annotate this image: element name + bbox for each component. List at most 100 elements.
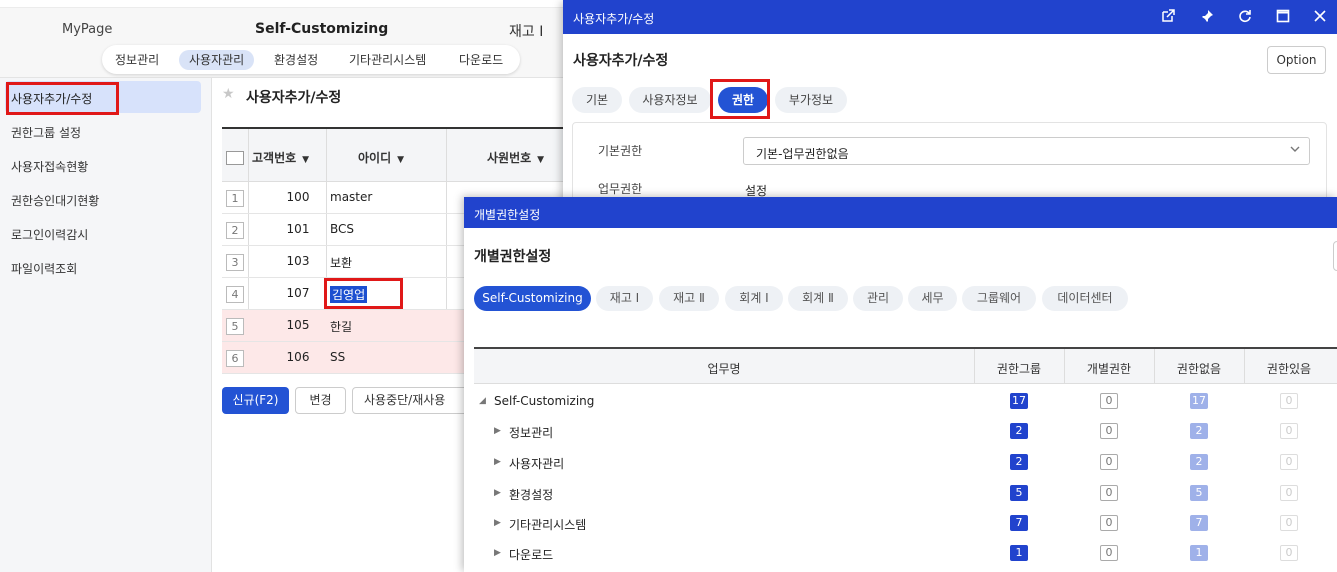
chip-groupware[interactable]: 그룹웨어 [962, 286, 1036, 311]
popup-title: 개별권한설정 [474, 208, 541, 222]
suspend-button[interactable]: 사용중단/재사용 [352, 387, 472, 414]
tree-row[interactable]: ◢ Self-Customizing 17 0 17 0 [474, 386, 1337, 416]
basic-auth-select[interactable]: 기본-업무권한없음 [743, 137, 1310, 165]
tab-user-info[interactable]: 사용자정보 [629, 87, 711, 113]
chip-account-2[interactable]: 회계 Ⅱ [788, 286, 848, 311]
col-task-name[interactable]: 업무명 [474, 360, 974, 377]
cell-customer-no: 106 [286, 350, 310, 364]
grid-header: 고객번호 ▼ 아이디 ▼ 사원번호 ▼ [222, 129, 567, 182]
tree-row[interactable]: ▶ 환경설정 5 0 5 0 [474, 478, 1337, 508]
tree-row[interactable]: ▶ 기타관리시스템 7 0 7 0 [474, 508, 1337, 538]
sidebar-item-file-history[interactable]: 파일이력조회 [11, 260, 77, 277]
close-icon[interactable] [1312, 9, 1328, 25]
new-button[interactable]: 신규(F2) [222, 387, 289, 414]
task-name: Self-Customizing [494, 394, 595, 408]
external-link-icon[interactable] [1160, 9, 1176, 25]
col-no-auth[interactable]: 권한없음 [1154, 360, 1244, 377]
caret-right-icon[interactable]: ▶ [494, 426, 501, 436]
task-name: 기타관리시스템 [509, 518, 587, 532]
edit-button[interactable]: 변경 [295, 387, 346, 414]
sidebar-item-approval-pending[interactable]: 권한승인대기현황 [11, 192, 99, 209]
count-individual[interactable]: 0 [1100, 515, 1118, 531]
count-no-auth: 17 [1190, 393, 1208, 409]
col-label: 사원번호 [487, 151, 532, 165]
tree-row[interactable]: ▶ 정보관리 2 0 2 0 [474, 416, 1337, 446]
count-has-auth: 0 [1280, 485, 1298, 501]
chip-account-1[interactable]: 회계 Ⅰ [725, 286, 783, 311]
row-number: 3 [226, 254, 244, 271]
select-all-checkbox[interactable] [226, 151, 244, 165]
favorite-star-icon[interactable]: ★ [222, 86, 235, 102]
count-individual[interactable]: 0 [1100, 423, 1118, 439]
task-name: 정보관리 [509, 426, 554, 440]
basic-auth-label: 기본권한 [598, 144, 643, 158]
nav-stock-1[interactable]: 재고 Ⅰ [509, 21, 543, 41]
count-auth-group: 17 [1010, 393, 1028, 409]
task-name: 사용자관리 [509, 457, 565, 471]
count-has-auth: 0 [1280, 423, 1298, 439]
sort-down-icon[interactable]: ▼ [397, 155, 404, 165]
caret-right-icon[interactable]: ▶ [494, 488, 501, 498]
highlight-box [6, 82, 119, 115]
pin-icon[interactable] [1199, 9, 1215, 25]
sidebar-item-login-monitor[interactable]: 로그인이력감시 [11, 226, 88, 243]
sidebar-item-user-access[interactable]: 사용자접속현황 [11, 158, 88, 175]
subnav-user-management[interactable]: 사용자관리 [179, 50, 255, 70]
sidebar-item-auth-group[interactable]: 권한그룹 설정 [11, 124, 81, 141]
sort-down-icon[interactable]: ▼ [537, 155, 544, 165]
count-has-auth: 0 [1280, 454, 1298, 470]
option-button[interactable]: Option [1267, 46, 1326, 74]
row-number: 1 [226, 190, 244, 207]
popup-titlebar: 개별권한설정 [464, 197, 1337, 228]
option-button-edge[interactable] [1333, 241, 1337, 271]
subnav-settings[interactable]: 환경설정 [264, 50, 328, 70]
count-has-auth: 0 [1280, 545, 1298, 561]
popup-title: 사용자추가/수정 [573, 12, 655, 26]
caret-right-icon[interactable]: ▶ [494, 457, 501, 467]
count-no-auth: 5 [1190, 485, 1208, 501]
highlight-box [710, 79, 770, 119]
col-has-auth[interactable]: 권한있음 [1244, 360, 1334, 377]
chip-self-customizing[interactable]: Self-Customizing [474, 286, 591, 311]
select-value: 기본-업무권한없음 [756, 147, 849, 161]
tree-header: 업무명 권한그룹 개별권한 권한없음 권한있음 [474, 349, 1337, 384]
count-no-auth: 2 [1190, 423, 1208, 439]
tab-basic[interactable]: 기본 [572, 87, 622, 113]
maximize-icon[interactable] [1275, 9, 1291, 25]
caret-right-icon[interactable]: ▶ [494, 548, 501, 558]
col-customer-no[interactable]: 고객번호 ▼ [252, 149, 309, 166]
count-individual[interactable]: 0 [1100, 454, 1118, 470]
refresh-icon[interactable] [1237, 9, 1253, 25]
cell-customer-no: 107 [286, 286, 310, 300]
tab-additional-info[interactable]: 부가정보 [775, 87, 847, 113]
work-auth-label: 업무권한 [598, 182, 643, 196]
chip-data-center[interactable]: 데이터센터 [1042, 286, 1128, 311]
nav-self-customizing[interactable]: Self-Customizing [255, 21, 388, 37]
chip-management[interactable]: 관리 [853, 286, 903, 311]
chip-tax[interactable]: 세무 [908, 286, 957, 311]
subnav-info[interactable]: 정보관리 [105, 50, 169, 70]
col-auth-group[interactable]: 권한그룹 [974, 360, 1064, 377]
count-auth-group: 5 [1010, 485, 1028, 501]
chevron-down-icon [1289, 143, 1301, 158]
tree-row[interactable]: ▶ 다운로드 1 0 1 0 [474, 538, 1337, 568]
count-individual[interactable]: 0 [1100, 545, 1118, 561]
count-individual[interactable]: 0 [1100, 393, 1118, 409]
subnav-download[interactable]: 다운로드 [449, 50, 513, 70]
sort-down-icon[interactable]: ▼ [302, 155, 309, 165]
subnav-other-systems[interactable]: 기타관리시스템 [339, 50, 436, 70]
tree-row[interactable]: ▶ 사용자관리 2 0 2 0 [474, 447, 1337, 477]
count-individual[interactable]: 0 [1100, 485, 1118, 501]
row-number: 2 [226, 222, 244, 239]
caret-down-icon[interactable]: ◢ [479, 396, 486, 406]
caret-right-icon[interactable]: ▶ [494, 518, 501, 528]
col-employee-no[interactable]: 사원번호 ▼ [487, 149, 544, 166]
cell-user-id: master [330, 190, 373, 204]
highlight-box [324, 278, 403, 309]
chip-stock-2[interactable]: 재고 Ⅱ [659, 286, 719, 311]
col-individual[interactable]: 개별권한 [1064, 360, 1154, 377]
popup-heading: 사용자추가/수정 [573, 53, 669, 69]
nav-mypage[interactable]: MyPage [62, 22, 112, 37]
chip-stock-1[interactable]: 재고 Ⅰ [596, 286, 653, 311]
col-user-id[interactable]: 아이디 ▼ [358, 149, 404, 166]
